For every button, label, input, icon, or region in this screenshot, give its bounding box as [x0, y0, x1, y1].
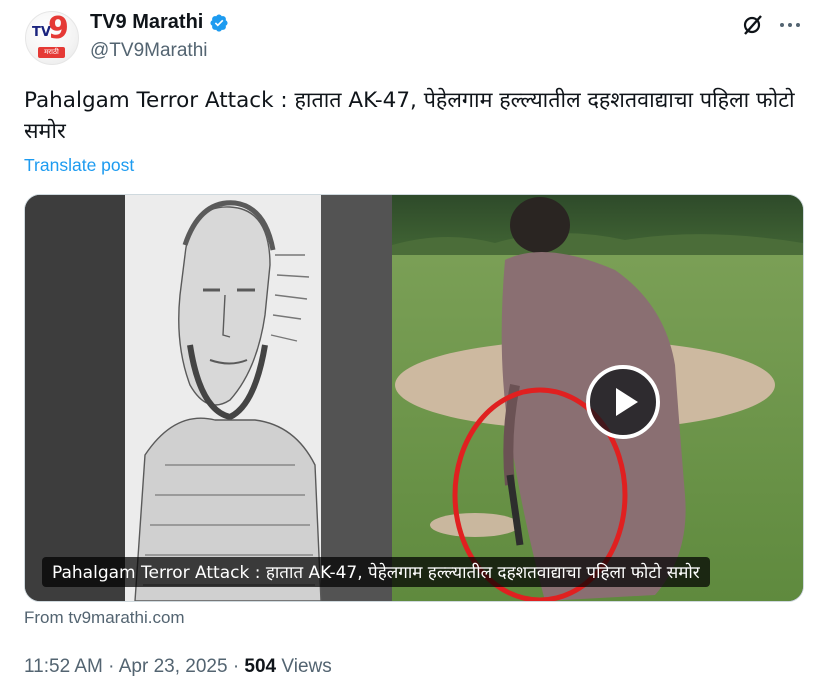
video-thumbnail	[25, 195, 803, 601]
views-label: Views	[281, 656, 332, 677]
play-button[interactable]	[586, 365, 660, 439]
translate-post-link[interactable]: Translate post	[24, 155, 134, 176]
avatar[interactable]: TV 9 मराठी	[25, 11, 79, 65]
video-caption: Pahalgam Terror Attack : हातात AK-47, पे…	[42, 557, 710, 587]
account-name-row[interactable]: TV9 Marathi	[90, 11, 229, 34]
video-card[interactable]: Pahalgam Terror Attack : हातात AK-47, पे…	[24, 194, 804, 602]
post-time[interactable]: 11:52 AM	[24, 656, 103, 677]
meta-separator: ·	[232, 656, 240, 677]
verified-badge-icon	[210, 13, 228, 32]
meta-separator: ·	[108, 656, 115, 677]
account-handle[interactable]: @TV9Marathi	[90, 40, 208, 62]
views-count: 504	[244, 656, 277, 677]
post-date[interactable]: Apr 23, 2025	[119, 656, 228, 677]
avatar-logo-9: 9	[48, 11, 69, 46]
source-link[interactable]: From tv9marathi.com	[24, 608, 185, 628]
play-icon	[616, 388, 638, 416]
post-meta: 11:52 AM · Apr 23, 2025 · 504 Views	[24, 656, 332, 678]
account-name[interactable]: TV9 Marathi	[90, 11, 203, 34]
grok-icon[interactable]	[741, 13, 765, 37]
more-icon[interactable]	[777, 13, 803, 37]
avatar-logo-lang: मराठी	[38, 47, 65, 58]
post-text: Pahalgam Terror Attack : हातात AK-47, पे…	[24, 88, 795, 144]
